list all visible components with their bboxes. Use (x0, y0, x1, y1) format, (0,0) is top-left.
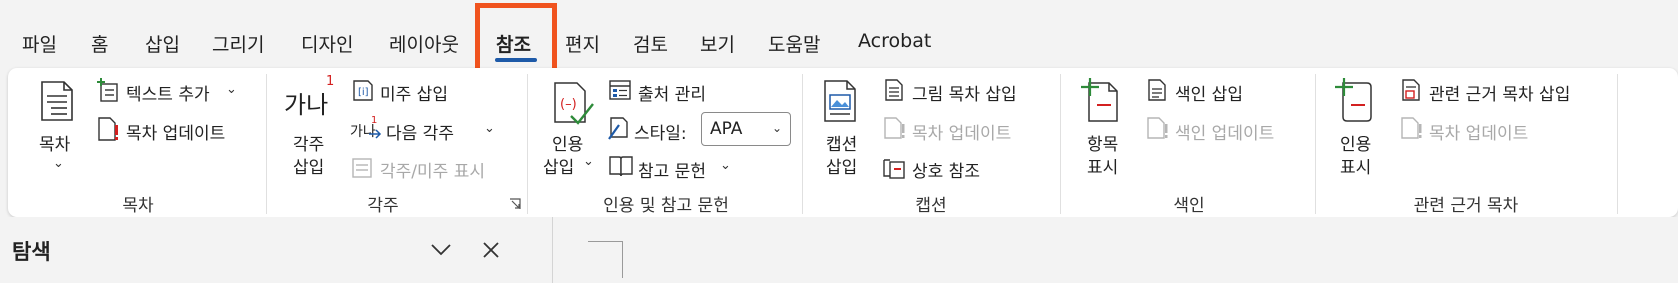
bibliography-icon (609, 156, 633, 177)
tab-draw[interactable]: 그리기 (212, 30, 264, 57)
chevron-down-icon[interactable]: ⌄ (53, 156, 64, 171)
tab-acrobat[interactable]: Acrobat (858, 30, 931, 52)
citation-style-select[interactable]: APA ⌄ (701, 112, 791, 146)
insert-index-button[interactable]: 색인 삽입 (1175, 80, 1243, 105)
insert-index-icon (1148, 79, 1166, 101)
insert-table-of-figures-button[interactable]: 그림 목차 삽입 (912, 80, 1017, 105)
dialog-launcher-icon[interactable] (509, 198, 521, 210)
group-label-footnotes: 각주 (367, 196, 399, 216)
insert-table-of-figures-icon (885, 79, 903, 101)
group-label-captions: 캡션 (915, 196, 947, 216)
insert-footnote-label-2: 삽입 (293, 158, 325, 178)
manage-sources-icon (609, 80, 631, 100)
highlight-box (475, 3, 557, 73)
add-text-button[interactable]: 텍스트 추가 (126, 80, 210, 105)
group-separator (527, 74, 528, 214)
chevron-down-icon[interactable]: ⌄ (720, 158, 731, 173)
chevron-down-icon[interactable]: ⌄ (484, 121, 495, 136)
chevron-down-icon: ⌄ (771, 121, 782, 135)
mark-entry-icon[interactable] (1079, 77, 1123, 123)
tab-home[interactable]: 홈 (91, 30, 108, 57)
mark-citation-label-2: 표시 (1340, 158, 1372, 178)
group-separator (802, 74, 803, 214)
document-area[interactable] (553, 217, 1678, 283)
group-separator (266, 74, 267, 214)
update-index-icon (1147, 117, 1168, 139)
update-table-of-authorities-icon (1401, 117, 1422, 139)
style-icon (608, 117, 628, 140)
close-icon[interactable] (482, 241, 500, 259)
cross-reference-button[interactable]: 상호 참조 (912, 157, 980, 182)
toc-button[interactable]: 목차 (39, 130, 70, 155)
insert-endnote-icon: [i] (353, 80, 373, 101)
insert-endnote-button[interactable]: 미주 삽입 (380, 80, 448, 105)
show-notes-icon (352, 158, 372, 178)
mark-entry-label-2: 표시 (1087, 158, 1119, 178)
navigation-title: 탐색 (12, 240, 51, 264)
chevron-down-icon[interactable]: ⌄ (226, 82, 237, 97)
insert-citation-label-2: 삽입 (543, 158, 575, 178)
group-separator (1060, 74, 1061, 214)
manage-sources-button[interactable]: 출처 관리 (638, 80, 706, 105)
page-corner-marker (588, 241, 623, 278)
group-label-authorities: 관련 근거 목차 (1413, 196, 1519, 216)
footnote-superscript: 1 (326, 74, 335, 89)
svg-text:1: 1 (371, 115, 377, 126)
table-of-contents-icon[interactable] (38, 80, 76, 122)
update-index-button[interactable]: 색인 업데이트 (1175, 119, 1274, 144)
chevron-down-icon[interactable]: ⌄ (583, 154, 594, 169)
style-label: 스타일: (634, 124, 687, 144)
insert-citation-button[interactable]: 인용 (552, 130, 583, 155)
insert-footnote-button[interactable]: 각주 (293, 130, 324, 155)
mark-entry-button[interactable]: 항목 (1087, 130, 1118, 155)
tab-layout[interactable]: 레이아웃 (389, 30, 459, 57)
cross-reference-icon (883, 159, 905, 179)
svg-text:(–): (–) (560, 97, 577, 112)
mark-citation-icon[interactable] (1333, 77, 1379, 123)
tab-insert[interactable]: 삽입 (145, 30, 180, 57)
tab-view[interactable]: 보기 (700, 30, 735, 57)
group-separator (1315, 74, 1316, 214)
update-table-of-figures-button[interactable]: 목차 업데이트 (912, 119, 1011, 144)
group-label-index: 색인 (1173, 196, 1205, 216)
insert-citation-icon[interactable]: (–) (551, 80, 595, 126)
update-table-icon (98, 117, 118, 141)
group-label-toc: 목차 (122, 196, 154, 216)
svg-text:[i]: [i] (358, 87, 369, 98)
bibliography-button[interactable]: 참고 문헌 (638, 157, 706, 182)
tab-file[interactable]: 파일 (22, 30, 57, 57)
next-footnote-arrow-icon: 1 (369, 115, 382, 139)
citation-style-value: APA (710, 119, 743, 139)
insert-footnote-icon[interactable]: 가나 (284, 85, 328, 120)
insert-caption-button[interactable]: 캡션 (826, 130, 857, 155)
mark-citation-button[interactable]: 인용 (1340, 130, 1371, 155)
tab-design[interactable]: 디자인 (301, 30, 353, 57)
navigation-pane (0, 217, 553, 283)
update-table-button[interactable]: 목차 업데이트 (126, 119, 225, 144)
add-text-icon (97, 78, 118, 102)
insert-caption-icon[interactable] (821, 79, 859, 123)
next-footnote-button[interactable]: 다음 각주 (386, 119, 454, 144)
insert-table-of-authorities-button[interactable]: 관련 근거 목차 삽입 (1429, 80, 1570, 105)
update-table-of-authorities-button[interactable]: 목차 업데이트 (1429, 119, 1528, 144)
insert-caption-label-2: 삽입 (826, 158, 858, 178)
update-table-of-figures-icon (884, 117, 905, 139)
tab-review[interactable]: 검토 (633, 30, 668, 57)
insert-table-of-authorities-icon (1402, 79, 1420, 101)
chevron-down-icon[interactable] (430, 243, 452, 257)
tab-mailings[interactable]: 편지 (565, 30, 600, 57)
group-label-citations: 인용 및 참고 문헌 (603, 196, 729, 216)
show-notes-button[interactable]: 각주/미주 표시 (380, 157, 485, 182)
tab-help[interactable]: 도움말 (768, 30, 820, 57)
title-strip (0, 0, 1678, 18)
group-separator (1617, 74, 1618, 214)
